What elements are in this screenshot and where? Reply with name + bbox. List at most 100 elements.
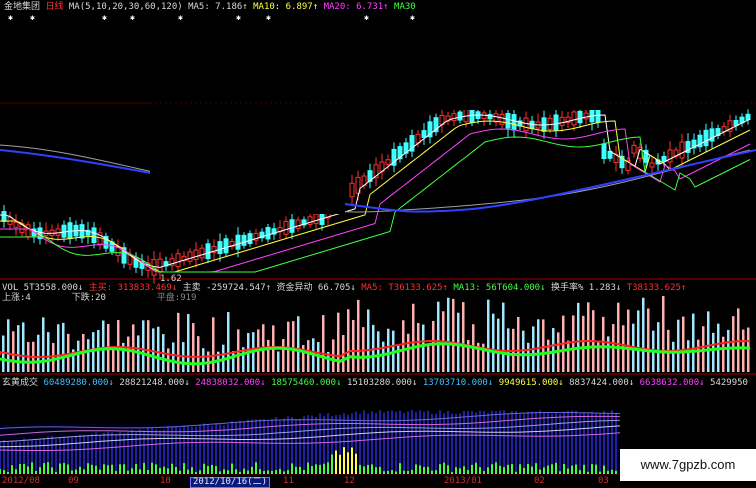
signal-marker: ✱ bbox=[130, 13, 135, 22]
volume-bar bbox=[727, 329, 730, 372]
indicator-v9: 6638632.000↓ bbox=[639, 378, 705, 388]
fund-value: 66.705↓ bbox=[317, 283, 356, 293]
volume-bar bbox=[172, 342, 175, 372]
candle bbox=[583, 112, 589, 120]
volume-bar bbox=[637, 310, 640, 372]
fund-label: 资金异动 bbox=[276, 283, 313, 293]
volume-bar bbox=[42, 317, 45, 372]
volume-bar bbox=[547, 339, 550, 372]
candle bbox=[1, 211, 7, 222]
volume-bar bbox=[77, 340, 80, 372]
ma-definition: MA(5,10,20,30,60,120) bbox=[68, 2, 183, 12]
volume-bar bbox=[427, 346, 430, 372]
candle bbox=[217, 241, 223, 255]
volume-bar bbox=[127, 336, 130, 372]
volume-bar bbox=[452, 298, 455, 372]
candle bbox=[205, 243, 211, 260]
date-label-09: 09 bbox=[68, 476, 79, 486]
date-label-10[interactable]: 10 bbox=[160, 476, 171, 487]
date-label-03: 03 bbox=[598, 476, 609, 486]
date-axis bbox=[0, 476, 620, 487]
volume-bar bbox=[197, 336, 200, 372]
candle bbox=[61, 224, 67, 238]
watermark: www.7gpzb.com bbox=[620, 449, 756, 481]
candle bbox=[457, 111, 463, 121]
indicator-v1: 60489280.000↓ bbox=[43, 378, 114, 388]
candle bbox=[601, 143, 607, 160]
volume-bar bbox=[277, 351, 280, 372]
candle bbox=[589, 108, 595, 123]
volume-bar bbox=[697, 339, 700, 372]
candle bbox=[187, 251, 193, 262]
volume-bar bbox=[672, 341, 675, 372]
volume-bar bbox=[497, 318, 500, 372]
volume-bar bbox=[352, 319, 355, 372]
volume-bar bbox=[422, 324, 425, 372]
candle bbox=[223, 238, 229, 254]
indicator-v4: 18575460.000↓ bbox=[271, 378, 342, 388]
volume-bar bbox=[102, 320, 105, 372]
volume-bar bbox=[367, 309, 370, 372]
candle bbox=[703, 129, 709, 147]
candle bbox=[235, 234, 241, 250]
turnover-label: 换手率% bbox=[550, 283, 584, 293]
indicator-v10: 5429950 bbox=[710, 378, 748, 388]
candle bbox=[499, 113, 505, 125]
volume-bar bbox=[647, 308, 650, 372]
volume-bar bbox=[62, 322, 65, 372]
rise-count: 上涨:4 bbox=[2, 293, 31, 303]
volume-bar bbox=[657, 322, 660, 372]
volume-bar bbox=[492, 313, 495, 372]
candle bbox=[313, 213, 319, 224]
volume-bar bbox=[147, 320, 150, 372]
candle bbox=[385, 159, 391, 165]
volume-bar bbox=[112, 348, 115, 372]
ma120-line bbox=[0, 149, 756, 213]
candle bbox=[265, 226, 271, 240]
candle bbox=[559, 116, 565, 126]
indicator-header: 玄黄成交 60489280.000↓ 28821248.000↓ 2483803… bbox=[2, 378, 748, 388]
signal-marker: ✱ bbox=[410, 13, 415, 22]
volume-bar bbox=[747, 327, 750, 372]
flat-count: 平盘:919 bbox=[156, 293, 197, 303]
period-label: 日线 bbox=[45, 2, 64, 12]
indicator-v7: 9949615.000↓ bbox=[498, 378, 564, 388]
candle bbox=[13, 221, 19, 228]
candle bbox=[649, 162, 655, 168]
market-breadth: 上涨:4 下跌:20 平盘:919 bbox=[2, 293, 196, 303]
candle bbox=[679, 141, 685, 159]
volume-bar bbox=[502, 302, 505, 372]
volume-bar bbox=[12, 331, 15, 372]
indicator-v3: 24838032.000↓ bbox=[195, 378, 266, 388]
volume-bar bbox=[297, 316, 300, 372]
selected-date[interactable]: 2012/10/16(二) bbox=[190, 477, 271, 488]
fall-count: 下跌:20 bbox=[71, 293, 106, 303]
volume-bar bbox=[337, 312, 340, 372]
volume-bar bbox=[692, 313, 695, 372]
candle bbox=[571, 111, 577, 126]
signal-marker: ✱ bbox=[30, 13, 35, 22]
volume-bar bbox=[47, 332, 50, 372]
vol-ma5-value: MA5: T36133.625↑ bbox=[361, 283, 448, 293]
volume-bar bbox=[402, 320, 405, 372]
blank-region bbox=[150, 104, 345, 214]
volume-header: VOL 5T3558.000↓ 主买: 313833.469↓ 主卖 -2597… bbox=[2, 283, 686, 293]
volume-bar bbox=[432, 320, 435, 372]
volume-bar bbox=[387, 328, 390, 372]
volume-bar bbox=[212, 317, 215, 372]
volume-bar bbox=[662, 295, 665, 372]
volume-bar bbox=[677, 319, 680, 372]
volume-bar bbox=[87, 339, 90, 372]
volume-bar bbox=[142, 320, 145, 372]
ma20-value: MA20: 6.731↑ bbox=[323, 2, 389, 12]
ma10-value: MA10: 6.897↑ bbox=[253, 2, 319, 12]
candle bbox=[283, 220, 289, 235]
volume-bar bbox=[292, 321, 295, 372]
volume-bar bbox=[732, 316, 735, 372]
volume-bar bbox=[587, 302, 590, 372]
volume-bar bbox=[447, 297, 450, 372]
indicator-v2: 28821248.000↓ bbox=[119, 378, 190, 388]
volume-bar bbox=[157, 326, 160, 372]
volume-bar bbox=[37, 334, 40, 372]
chart-canvas[interactable]: ✱ ✱ ✱ ✱ ✱ ✱ ✱ ✱ ✱ bbox=[0, 0, 756, 487]
